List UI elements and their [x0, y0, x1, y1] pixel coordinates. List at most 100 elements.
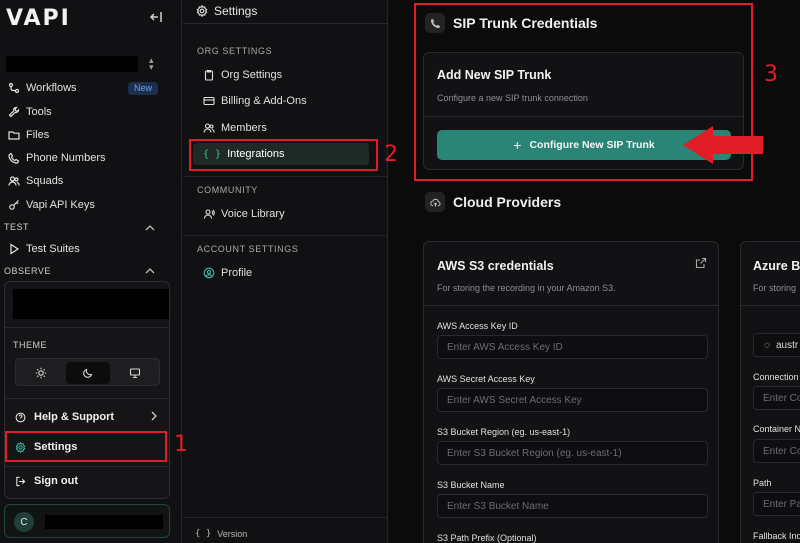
- settings-item-label: Billing & Add-Ons: [221, 95, 307, 107]
- annotation-number-2: 2: [384, 142, 398, 167]
- sidebar-item-label: Phone Numbers: [26, 152, 106, 164]
- braces-icon: { }: [195, 529, 212, 539]
- sidebar-item-label: Tools: [26, 106, 52, 118]
- azure-path-label: Path: [753, 478, 772, 488]
- account-switcher[interactable]: C: [4, 504, 170, 538]
- sidebar-item-api-keys[interactable]: Vapi API Keys: [8, 196, 95, 214]
- sidebar-item-squads[interactable]: Squads: [8, 172, 63, 190]
- s3-bucket-name-input[interactable]: [437, 494, 708, 518]
- menu-item-label: Help & Support: [34, 411, 115, 423]
- azure-connection-label: Connection: [753, 372, 799, 382]
- wrench-icon: [8, 106, 20, 118]
- annotation-box-settings: [5, 431, 167, 462]
- redacted-user-info: [13, 289, 169, 319]
- new-badge: New: [128, 82, 158, 95]
- group-label-community: COMMUNITY: [197, 185, 258, 195]
- theme-switcher: [15, 358, 160, 386]
- aws-access-key-label: AWS Access Key ID: [437, 321, 518, 331]
- aws-secret-key-input[interactable]: [437, 388, 708, 412]
- theme-light-button[interactable]: [19, 362, 63, 384]
- users-icon: [203, 123, 215, 133]
- workflow-icon: [8, 82, 20, 94]
- aws-access-key-input[interactable]: [437, 335, 708, 359]
- divider: [5, 398, 169, 399]
- settings-item-billing[interactable]: Billing & Add-Ons: [193, 90, 369, 112]
- sidebar-item-files[interactable]: Files: [8, 126, 49, 144]
- settings-header: Settings: [183, 0, 388, 24]
- azure-region-select[interactable]: ◌ austr: [753, 333, 800, 357]
- divider: [183, 517, 388, 518]
- vapi-logo[interactable]: VAPI: [6, 6, 71, 31]
- divider: [5, 466, 169, 467]
- key-icon: [9, 200, 19, 210]
- azure-connection-input[interactable]: [753, 386, 800, 410]
- play-icon: [10, 243, 20, 255]
- azure-path-input[interactable]: [753, 492, 800, 516]
- section-label-test: TEST: [4, 222, 30, 232]
- sidebar-item-workflows[interactable]: Workflows: [8, 79, 77, 97]
- sidebar-item-label: Files: [26, 129, 50, 141]
- section-label-observe: OBSERVE: [4, 266, 51, 276]
- settings-nav: Settings ORG SETTINGS Org Settings Billi…: [183, 0, 388, 543]
- moon-icon: [83, 368, 93, 378]
- theme-system-button[interactable]: [113, 362, 157, 384]
- aws-s3-card: AWS S3 credentials For storing the recor…: [423, 241, 719, 543]
- cloud-upload-icon: [429, 198, 441, 207]
- divider: [741, 305, 800, 306]
- annotation-arrow-icon: [683, 126, 763, 164]
- azure-container-input[interactable]: [753, 439, 800, 463]
- settings-item-label: Org Settings: [221, 69, 283, 81]
- monitor-icon: [129, 368, 141, 379]
- version-info[interactable]: { } Version: [195, 529, 247, 539]
- s3-bucket-name-label: S3 Bucket Name: [437, 480, 505, 490]
- log-out-icon: [16, 476, 26, 486]
- settings-item-label: Members: [221, 122, 267, 134]
- sun-icon: [35, 367, 47, 379]
- chevron-up-icon[interactable]: [144, 223, 156, 233]
- sidebar-item-tools[interactable]: Tools: [8, 103, 52, 121]
- external-link-icon[interactable]: [695, 257, 707, 269]
- divider: [5, 327, 169, 328]
- voice-library-icon: [203, 209, 215, 219]
- azure-blob-card: Azure B For storing ◌ austr Connection C…: [740, 241, 800, 543]
- menu-item-label: Sign out: [34, 475, 78, 487]
- help-circle-icon: [15, 412, 26, 422]
- loader-icon: ◌: [764, 339, 770, 351]
- sign-out-menu-item[interactable]: Sign out: [15, 472, 78, 490]
- clipboard-icon: [204, 69, 214, 81]
- version-label: Version: [217, 529, 248, 539]
- settings-title-text: Settings: [214, 4, 258, 18]
- settings-item-org-settings[interactable]: Org Settings: [193, 64, 369, 86]
- chevron-updown-icon: ▴ ▾: [149, 55, 154, 72]
- phone-icon: [8, 152, 20, 164]
- divider: [424, 305, 718, 306]
- settings-item-label: Voice Library: [221, 208, 285, 220]
- settings-item-profile[interactable]: Profile: [193, 262, 369, 284]
- card-title: Azure B: [753, 259, 800, 273]
- user-circle-icon: [203, 267, 215, 279]
- sidebar-item-phone-numbers[interactable]: Phone Numbers: [8, 149, 106, 167]
- s3-region-input[interactable]: [437, 441, 708, 465]
- theme-dark-button[interactable]: [66, 362, 110, 384]
- org-selector[interactable]: ▴ ▾: [6, 56, 166, 72]
- collapse-sidebar-icon[interactable]: [148, 9, 164, 25]
- divider: [183, 176, 388, 177]
- chevron-up-icon[interactable]: [144, 266, 156, 276]
- azure-fallback-label: Fallback Indi: [753, 531, 800, 541]
- redacted-account-name: [45, 515, 163, 529]
- sidebar-item-test-suites[interactable]: Test Suites: [8, 240, 80, 258]
- card-title: AWS S3 credentials: [437, 259, 554, 273]
- sidebar-item-label: Squads: [26, 175, 64, 187]
- cloud-icon-tile: [425, 192, 445, 212]
- settings-item-voice-library[interactable]: Voice Library: [193, 203, 369, 225]
- page-title: Settings: [196, 4, 257, 18]
- avatar: C: [14, 512, 34, 532]
- sidebar-item-label: Workflows: [26, 82, 77, 94]
- credit-card-icon: [203, 96, 215, 106]
- aws-secret-key-label: AWS Secret Access Key: [437, 374, 535, 384]
- cloud-section-header: Cloud Providers: [425, 192, 561, 212]
- theme-label: THEME: [13, 340, 47, 350]
- card-subtitle: For storing the recording in your Amazon…: [437, 283, 616, 293]
- help-support-menu-item[interactable]: Help & Support: [15, 408, 114, 426]
- settings-item-members[interactable]: Members: [193, 117, 369, 139]
